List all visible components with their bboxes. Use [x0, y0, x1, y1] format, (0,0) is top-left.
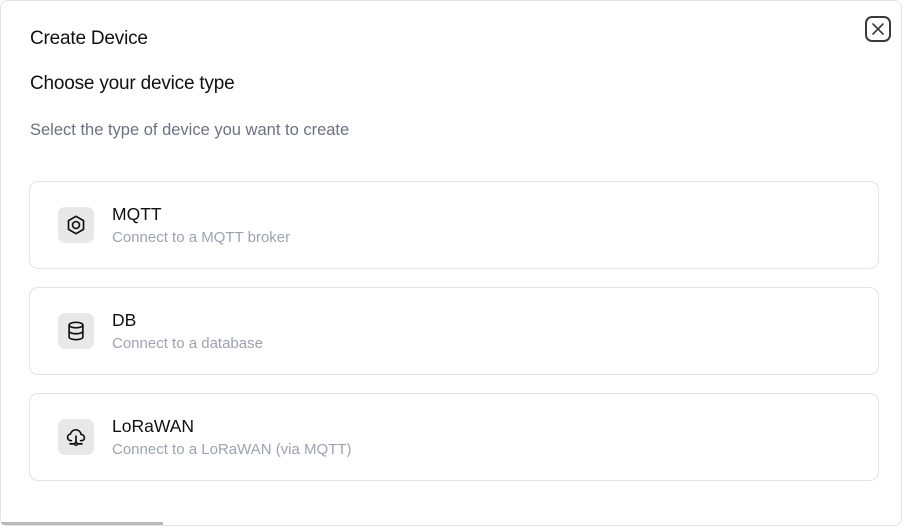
option-label: LoRaWAN [112, 416, 195, 436]
dialog-subtitle: Choose your device type [30, 73, 235, 94]
option-description: Connect to a database [112, 335, 263, 352]
create-device-dialog: Create Device Choose your device type Se… [0, 0, 902, 526]
device-option-lorawan[interactable]: LoRaWAN Connect to a LoRaWAN (via MQTT) [29, 393, 879, 481]
option-label: DB [112, 310, 137, 330]
device-option-db[interactable]: DB Connect to a database [29, 287, 879, 375]
close-button[interactable] [865, 16, 891, 42]
option-description: Connect to a MQTT broker [112, 229, 291, 246]
option-icon-container [58, 313, 94, 349]
hexagon-icon [67, 215, 85, 235]
dialog-title: Create Device [30, 28, 148, 49]
database-icon [68, 321, 84, 341]
option-label: MQTT [112, 204, 162, 224]
close-icon [872, 23, 884, 35]
dialog-edge-shadow [1, 522, 163, 525]
option-icon-container [58, 207, 94, 243]
option-description: Connect to a LoRaWAN (via MQTT) [112, 441, 352, 458]
cloud-network-icon [66, 429, 86, 447]
option-icon-container [58, 419, 94, 455]
dialog-description: Select the type of device you want to cr… [30, 121, 350, 139]
device-option-mqtt[interactable]: MQTT Connect to a MQTT broker [29, 181, 879, 269]
